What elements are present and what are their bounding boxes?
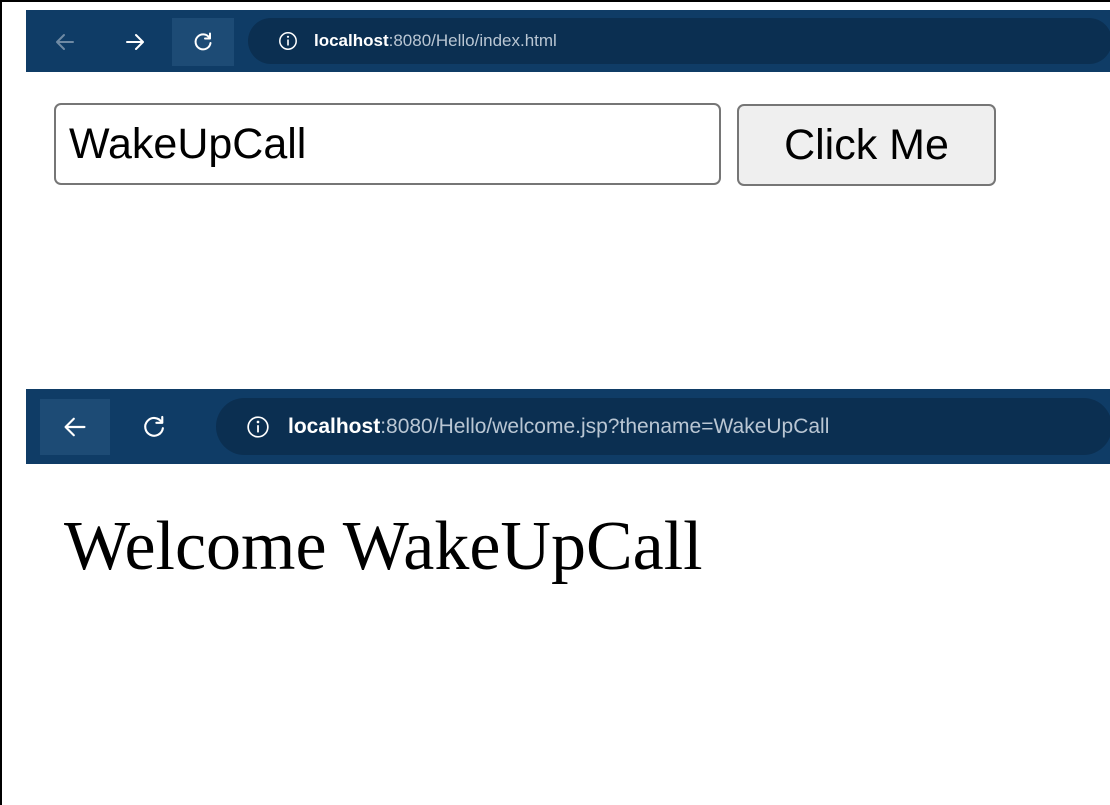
url-host: localhost bbox=[314, 31, 389, 50]
reload-icon bbox=[192, 31, 214, 53]
reload-button[interactable] bbox=[134, 407, 174, 447]
url-path: :8080/Hello/index.html bbox=[388, 31, 557, 50]
forward-button[interactable] bbox=[118, 25, 152, 59]
back-button[interactable] bbox=[40, 399, 110, 455]
arrow-left-icon bbox=[54, 31, 76, 53]
info-icon[interactable] bbox=[246, 415, 270, 439]
name-input[interactable] bbox=[54, 103, 721, 185]
back-button[interactable] bbox=[48, 25, 82, 59]
url-text: localhost:8080/Hello/index.html bbox=[314, 31, 557, 51]
reload-button[interactable] bbox=[172, 18, 234, 66]
browser-toolbar-index: localhost:8080/Hello/index.html bbox=[26, 10, 1110, 72]
reload-icon bbox=[141, 414, 167, 440]
arrow-right-icon bbox=[124, 31, 146, 53]
url-host: localhost bbox=[288, 414, 381, 438]
browser-toolbar-welcome: localhost:8080/Hello/welcome.jsp?thename… bbox=[26, 389, 1110, 464]
click-me-button[interactable]: Click Me bbox=[737, 104, 996, 186]
info-icon[interactable] bbox=[278, 31, 298, 51]
welcome-message: Welcome WakeUpCall bbox=[64, 508, 703, 585]
url-path: :8080/Hello/welcome.jsp?thename=WakeUpCa… bbox=[380, 414, 830, 438]
screenshot-frame: localhost:8080/Hello/index.html Click Me bbox=[0, 0, 1110, 805]
url-text: localhost:8080/Hello/welcome.jsp?thename… bbox=[288, 415, 829, 439]
address-bar[interactable]: localhost:8080/Hello/welcome.jsp?thename… bbox=[216, 398, 1110, 455]
address-bar[interactable]: localhost:8080/Hello/index.html bbox=[248, 18, 1110, 64]
arrow-left-icon bbox=[62, 414, 88, 440]
